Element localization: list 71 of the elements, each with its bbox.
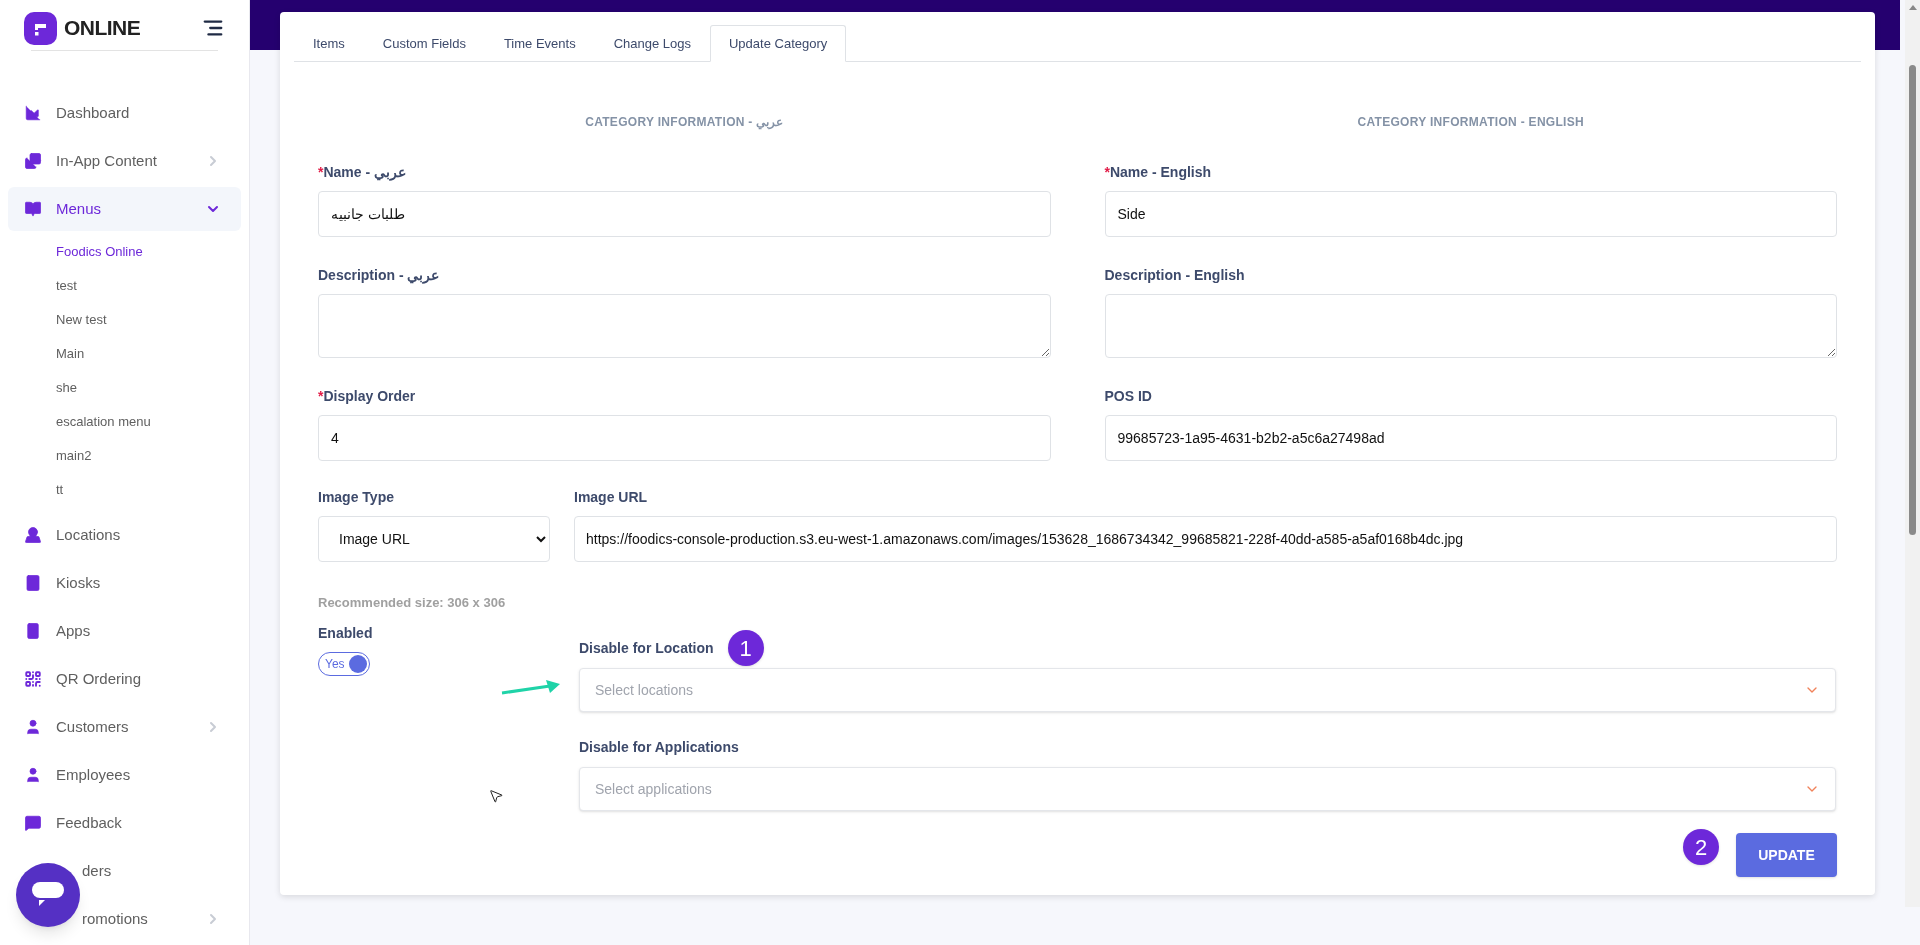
scrollbar[interactable]	[1905, 0, 1920, 907]
hint-text: Recommended size: 306 x 306	[318, 595, 506, 610]
select-input[interactable]: Select locations	[595, 679, 1804, 701]
sidebar-item[interactable]: ders	[8, 849, 241, 893]
submenu-item[interactable]: Main	[0, 337, 249, 371]
field-label: Disable for Applications	[579, 737, 739, 757]
section-heading: CATEGORY INFORMATION - عربي	[585, 115, 784, 129]
text-field[interactable]: طلبات جانبيه	[318, 191, 1051, 237]
text-field[interactable]: https://foodics-console-production.s3.eu-west-1.amazonaws.com/images/153628_1686734342_99685821-228f-40dd-a585-a5af0168b4dc.jpg	[574, 516, 1837, 562]
field-label: Name - عربي	[323, 162, 407, 183]
submenu-item[interactable]: escalation menu	[0, 405, 249, 439]
submenu-item[interactable]: test	[0, 269, 249, 303]
sidebar-item[interactable]: Locations	[8, 513, 241, 557]
book-icon	[24, 200, 42, 218]
select-input[interactable]: Select applications	[595, 778, 1804, 800]
field-label: Description - عربي	[318, 265, 440, 286]
qr-code-icon	[24, 670, 42, 688]
sidebar-item[interactable]: QR Ordering	[8, 657, 241, 701]
field-label: Name - English	[1109, 162, 1212, 182]
tab[interactable]: Time Events	[484, 25, 595, 62]
required-mark: *	[318, 162, 324, 182]
speech-bubble-icon	[32, 882, 64, 908]
field-label: Description - English	[1104, 265, 1245, 285]
submenu-item[interactable]: Foodics Online	[0, 235, 249, 269]
update-button[interactable]: UPDATE	[1736, 833, 1837, 877]
field-label: Image Type	[318, 487, 394, 507]
sidebar-item[interactable]: Feedback	[8, 801, 241, 845]
sidebar-item[interactable]: romotions	[8, 897, 241, 941]
text-field[interactable]: 99685723-1a95-4631-b2b2-a5c6a27498ad	[1104, 415, 1837, 461]
sidebar-item[interactable]: Menus	[8, 187, 241, 231]
sidebar-item[interactable]: Apps	[8, 609, 241, 653]
multi-select[interactable]: Select locations	[579, 668, 1836, 712]
logo-icon	[24, 11, 57, 45]
sidebar-item[interactable]: Kiosks	[8, 561, 241, 605]
submenu-item[interactable]: main2	[0, 439, 249, 473]
tab[interactable]: Change Logs	[594, 25, 710, 62]
text-field[interactable]: Side	[1104, 191, 1837, 237]
images-icon	[24, 152, 42, 170]
pointer-arrow-icon	[500, 678, 562, 696]
field-label: Disable for Location	[579, 638, 714, 658]
text-field[interactable]: 4	[318, 415, 1051, 461]
multi-select[interactable]: Select applications	[579, 767, 1836, 811]
sidebar-item[interactable]: In-App Content	[8, 139, 241, 183]
sidebar-item[interactable]: Employees	[8, 753, 241, 797]
field-label: Image URL	[574, 487, 648, 507]
image-type-select[interactable]: Image URL	[318, 516, 550, 562]
submenu-item[interactable]: she	[0, 371, 249, 405]
menu-icon[interactable]	[202, 17, 224, 39]
tab[interactable]: Items	[294, 25, 364, 62]
required-mark: *	[1104, 162, 1110, 182]
tab[interactable]: Custom Fields	[363, 25, 485, 62]
chart-icon	[24, 104, 42, 122]
required-mark: *	[318, 386, 324, 406]
phone-icon	[24, 622, 42, 640]
person-icon	[24, 718, 42, 736]
step-badge: 2	[1683, 829, 1719, 865]
sidebar-item[interactable]: Customers	[8, 705, 241, 749]
scrollbar-thumb[interactable]	[1909, 65, 1916, 535]
field-label: Display Order	[323, 386, 416, 406]
step-badge: 1	[727, 630, 764, 666]
section-heading: CATEGORY INFORMATION - ENGLISH	[1357, 115, 1585, 129]
field-label: POS ID	[1104, 386, 1152, 406]
chat-icon	[24, 814, 42, 832]
tablet-icon	[24, 574, 42, 592]
sidebar-item[interactable]: Dashboard	[8, 91, 241, 135]
brand-name: ONLINE	[64, 15, 142, 42]
person-icon	[24, 766, 42, 784]
submenu-item[interactable]: tt	[0, 473, 249, 507]
submenu-item[interactable]: New test	[0, 303, 249, 337]
field-label: Enabled	[318, 623, 373, 643]
tab[interactable]: Update Category	[710, 25, 847, 62]
